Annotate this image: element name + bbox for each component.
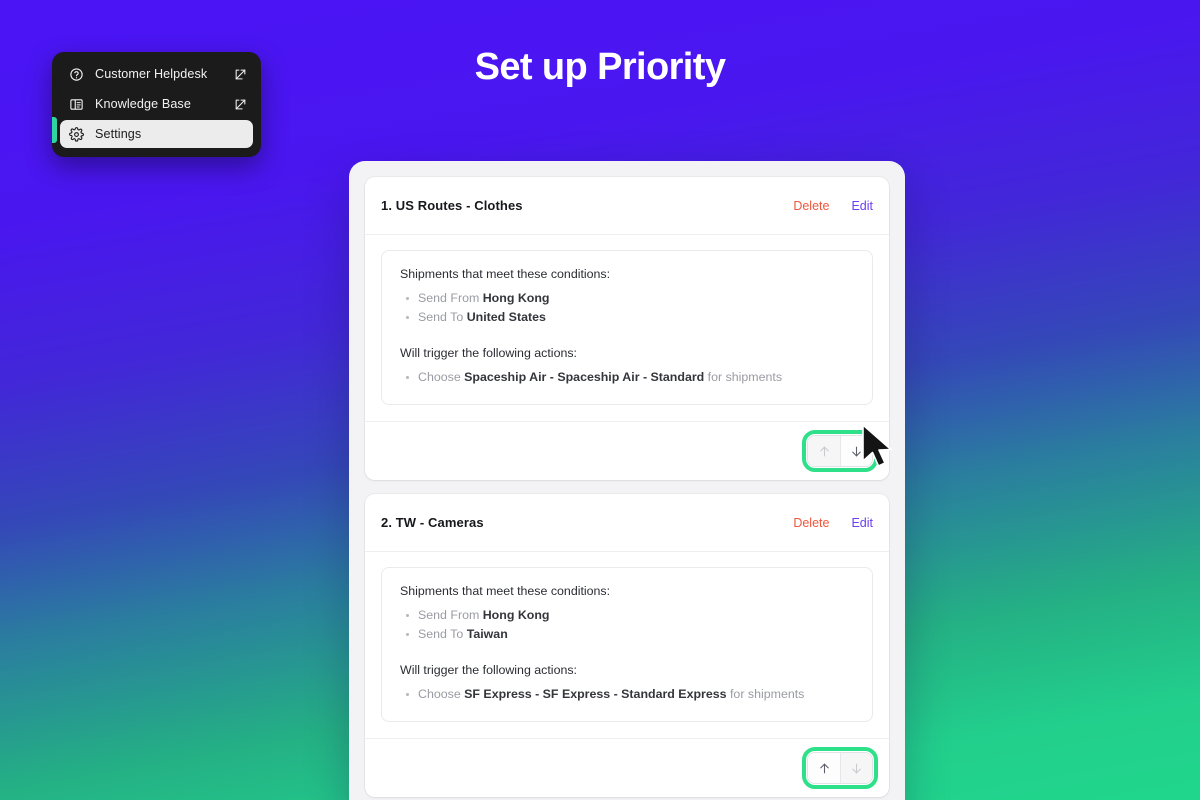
rule-header-actions: Delete Edit xyxy=(793,199,873,213)
sidebar-item-label: Settings xyxy=(95,127,142,141)
rules-panel: 1. US Routes - Clothes Delete Edit Shipm… xyxy=(349,161,905,800)
delete-rule-link[interactable]: Delete xyxy=(793,516,829,530)
rule-summary-box: Shipments that meet these conditions: Se… xyxy=(381,250,873,405)
rule-card-body: Shipments that meet these conditions: Se… xyxy=(365,552,889,738)
conditions-list: Send From Hong Kong Send To United State… xyxy=(400,290,854,326)
condition-item: Send To Taiwan xyxy=(400,626,854,643)
move-rule-up-button[interactable] xyxy=(808,753,840,783)
page-title: Set up Priority xyxy=(474,46,726,88)
arrow-up-icon xyxy=(817,444,832,459)
conditions-heading: Shipments that meet these conditions: xyxy=(400,584,611,598)
arrow-down-icon xyxy=(849,444,864,459)
rule-title: 1. US Routes - Clothes xyxy=(381,198,523,213)
rule-card-footer xyxy=(365,421,889,480)
sidebar-item-knowledge-base[interactable]: Knowledge Base xyxy=(60,90,253,118)
rule-card-header: 1. US Routes - Clothes Delete Edit xyxy=(365,177,889,235)
sidebar-item-label: Knowledge Base xyxy=(95,97,191,111)
rule-card: 1. US Routes - Clothes Delete Edit Shipm… xyxy=(365,177,889,480)
move-rule-down-button[interactable] xyxy=(840,436,872,466)
actions-heading: Will trigger the following actions: xyxy=(400,663,577,677)
rule-summary-box: Shipments that meet these conditions: Se… xyxy=(381,567,873,722)
gear-icon xyxy=(68,126,85,143)
actions-heading: Will trigger the following actions: xyxy=(400,346,577,360)
move-rule-up-button[interactable] xyxy=(808,436,840,466)
actions-list: Choose Spaceship Air - Spaceship Air - S… xyxy=(400,369,854,386)
sidebar-item-settings[interactable]: Settings xyxy=(60,120,253,148)
reorder-button-group xyxy=(802,747,878,789)
rule-card: 2. TW - Cameras Delete Edit Shipments th… xyxy=(365,494,889,797)
action-item: Choose SF Express - SF Express - Standar… xyxy=(400,686,854,703)
active-item-accent-bar xyxy=(52,117,57,143)
rule-title: 2. TW - Cameras xyxy=(381,515,484,530)
move-rule-down-button[interactable] xyxy=(840,753,872,783)
external-link-icon[interactable] xyxy=(233,97,247,111)
actions-list: Choose SF Express - SF Express - Standar… xyxy=(400,686,854,703)
book-layout-icon xyxy=(68,96,85,113)
condition-item: Send To United States xyxy=(400,309,854,326)
rule-card-body: Shipments that meet these conditions: Se… xyxy=(365,235,889,421)
rule-card-footer xyxy=(365,738,889,797)
rule-header-actions: Delete Edit xyxy=(793,516,873,530)
delete-rule-link[interactable]: Delete xyxy=(793,199,829,213)
arrow-down-icon xyxy=(849,761,864,776)
action-item: Choose Spaceship Air - Spaceship Air - S… xyxy=(400,369,854,386)
conditions-list: Send From Hong Kong Send To Taiwan xyxy=(400,607,854,643)
edit-rule-link[interactable]: Edit xyxy=(851,199,873,213)
condition-item: Send From Hong Kong xyxy=(400,290,854,307)
condition-item: Send From Hong Kong xyxy=(400,607,854,624)
edit-rule-link[interactable]: Edit xyxy=(851,516,873,530)
rule-card-header: 2. TW - Cameras Delete Edit xyxy=(365,494,889,552)
reorder-button-group xyxy=(802,430,878,472)
arrow-up-icon xyxy=(817,761,832,776)
conditions-heading: Shipments that meet these conditions: xyxy=(400,267,611,281)
